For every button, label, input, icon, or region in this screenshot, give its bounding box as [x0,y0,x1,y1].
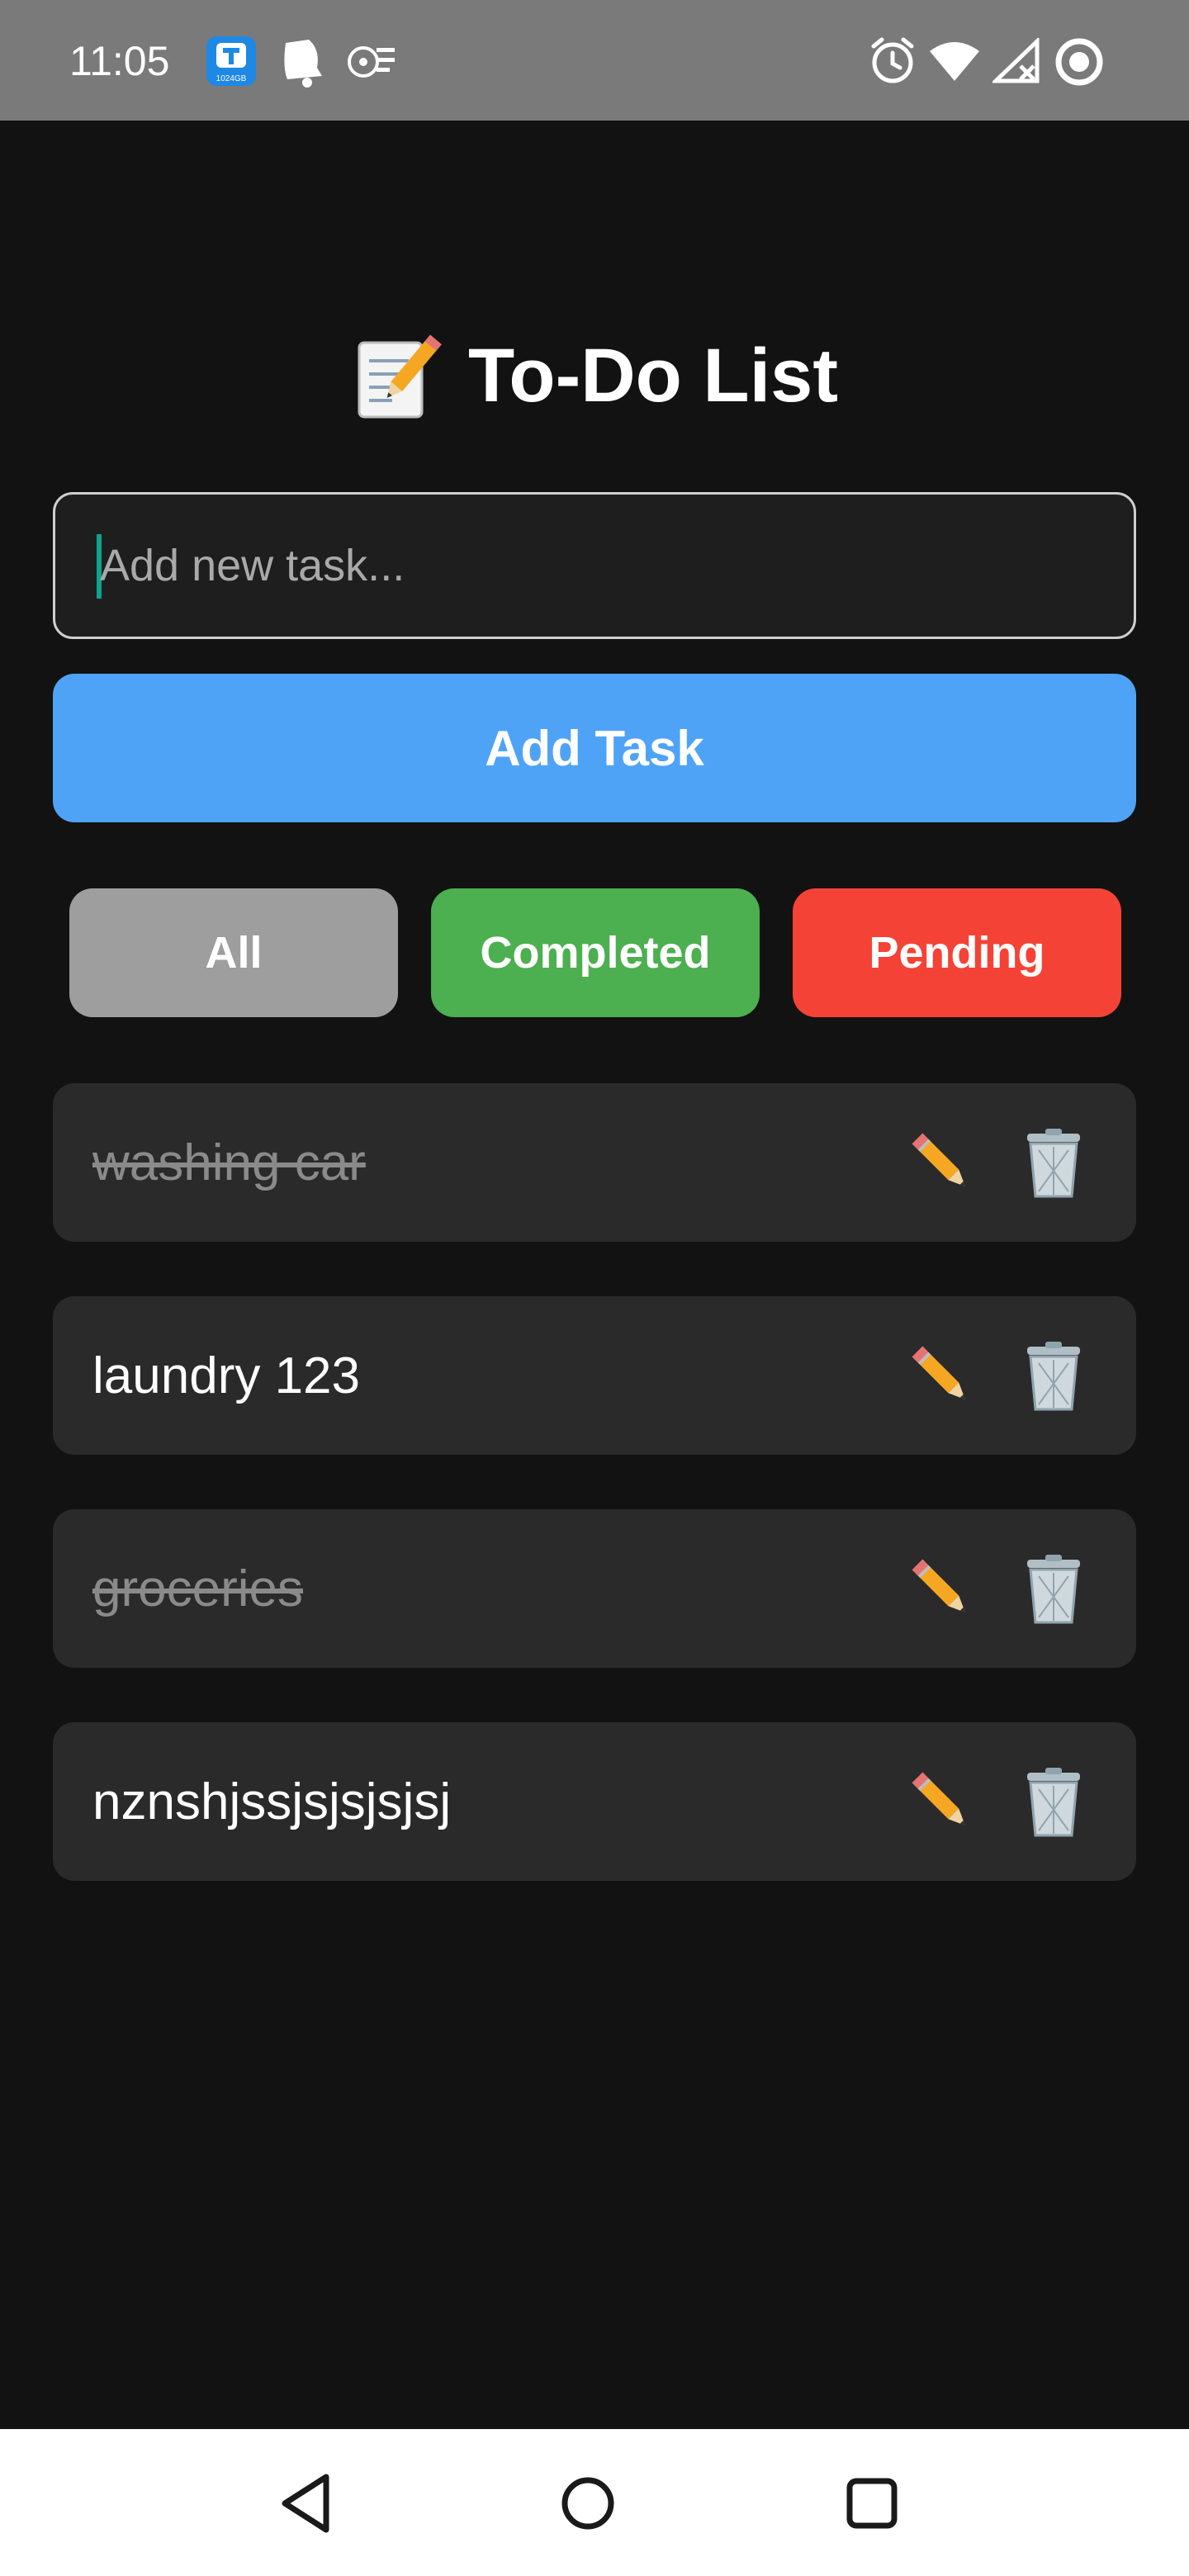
fan-icon [347,41,398,87]
trash-can-icon[interactable] [1012,1121,1095,1204]
new-task-input[interactable] [100,495,1091,637]
trash-can-icon[interactable] [1012,1760,1095,1843]
pencil-icon[interactable] [900,1334,983,1417]
bell-notification-icon [276,35,325,92]
status-bar: 11:05 1024GB [0,0,1189,121]
pencil-icon[interactable] [900,1121,983,1204]
pencil-icon[interactable] [900,1760,983,1843]
add-task-button[interactable]: Add Task [53,674,1136,822]
task-row[interactable]: groceries [53,1509,1136,1668]
home-icon[interactable] [555,2470,621,2536]
task-text[interactable]: groceries [92,1509,303,1668]
task-text[interactable]: nznshjssjsjsjsjsj [92,1722,451,1881]
app-1024gb-icon: 1024GB [205,35,258,92]
back-icon[interactable] [274,2470,340,2536]
task-row[interactable]: laundry 123 [53,1296,1136,1455]
filter-all-button[interactable]: All [69,888,398,1017]
trash-can-icon[interactable] [1012,1334,1095,1417]
system-nav-bar [0,2429,1189,2576]
task-input-container [53,492,1136,639]
title-text: To-Do List [468,333,838,418]
trash-can-icon[interactable] [1012,1547,1095,1630]
task-row[interactable]: washing car [53,1083,1136,1242]
filter-completed-button[interactable]: Completed [431,888,760,1017]
wifi-icon [928,40,981,87]
task-text[interactable]: laundry 123 [92,1296,360,1455]
svg-text:1024GB: 1024GB [216,74,247,83]
status-time: 11:05 [69,38,170,84]
recents-icon[interactable] [839,2470,905,2536]
app-screen: 11:05 1024GB To-Do List Add new task... … [0,0,1189,2576]
pencil-icon[interactable] [900,1547,983,1630]
memo-pencil-icon [351,329,443,422]
filter-pending-button[interactable]: Pending [793,888,1121,1017]
alarm-icon [869,36,917,90]
task-text[interactable]: washing car [92,1083,366,1242]
page-title: To-Do List [0,322,1189,429]
data-saver-icon [1054,36,1105,92]
signal-icon [990,36,1042,88]
task-row[interactable]: nznshjssjsjsjsjsj [53,1722,1136,1881]
